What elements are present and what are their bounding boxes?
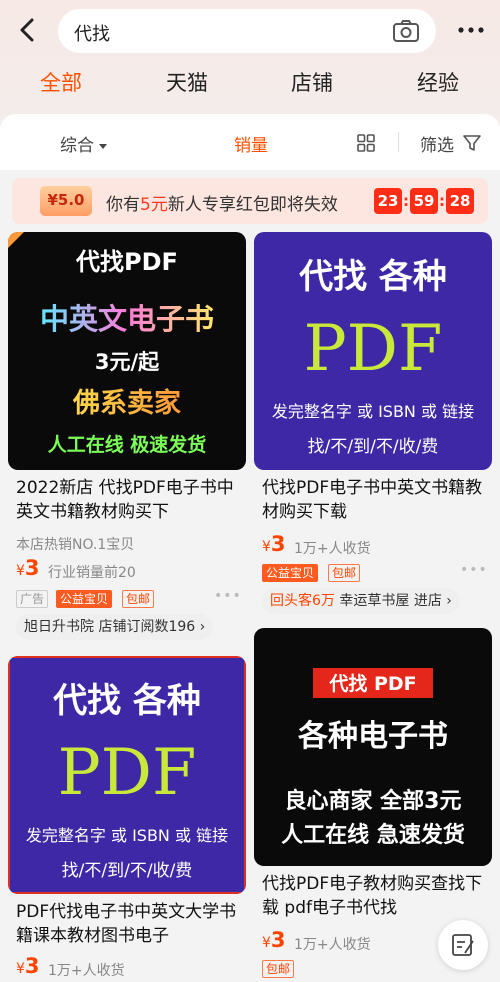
product-image[interactable]: 代找PDF 中英文电子书 3元/起 佛系卖家 人工在线 极速发货	[8, 232, 246, 470]
svg-text:代找 各种: 代找 各种	[52, 681, 201, 721]
svg-text:发完整名字 或 ISBN 或 链接: 发完整名字 或 ISBN 或 链接	[26, 826, 228, 845]
sort-dropdown[interactable]: 综合	[60, 131, 107, 156]
svg-text:中英文电子书: 中英文电子书	[40, 302, 214, 336]
sales-rank: 行业销量前20	[48, 565, 136, 581]
svg-text:代找 各种: 代找 各种	[298, 257, 447, 297]
timer-seconds: 28	[446, 188, 474, 214]
product-title[interactable]: 代找PDF电子书中英文书籍教材购买下载	[262, 476, 488, 524]
timer-hours: 23	[374, 188, 402, 214]
search-query: 代找	[74, 24, 110, 45]
camera-icon[interactable]	[392, 19, 420, 43]
tab-all[interactable]: 全部	[40, 67, 82, 97]
svg-text:发完整名字 或 ISBN 或 链接: 发完整名字 或 ISBN 或 链接	[272, 402, 474, 421]
price: ¥3	[262, 532, 286, 556]
charity-tag: 公益宝贝	[262, 564, 319, 582]
svg-text:代找 PDF: 代找 PDF	[328, 673, 416, 695]
shop-link[interactable]: 旭日升书院 店铺订阅数196 ›	[16, 614, 214, 640]
svg-text:3元/起: 3元/起	[95, 350, 160, 374]
sales-count: 1万+人收货	[294, 937, 371, 953]
grid-view-icon[interactable]	[356, 133, 376, 153]
product-title[interactable]: PDF代找电子书中英文大学书籍课本教材图书电子	[16, 900, 242, 948]
divider	[398, 132, 399, 152]
svg-text:PDF: PDF	[58, 736, 197, 810]
product-card[interactable]: 代找PDF 中英文电子书 3元/起 佛系卖家 人工在线 极速发货 2022新店 …	[8, 232, 246, 640]
svg-text:良心商家 全部3元: 良心商家 全部3元	[285, 788, 462, 814]
top-bar: 代找	[0, 0, 500, 62]
countdown-timer: 23:59:28	[374, 188, 474, 214]
coupon-badge: ¥5.0	[40, 186, 92, 216]
filter-bar: 综合 销量 筛选	[0, 114, 500, 170]
product-title[interactable]: 代找PDF电子教材购买查找下载 pdf电子书代找	[262, 872, 488, 920]
funnel-icon[interactable]	[462, 133, 482, 153]
sales-count: 1万+人收货	[48, 963, 125, 979]
product-card[interactable]: 代找 各种 PDF 发完整名字 或 ISBN 或 链接 找/不/到/不/收/费 …	[254, 232, 492, 614]
tab-shops[interactable]: 店铺	[291, 67, 333, 97]
svg-text:代找PDF: 代找PDF	[75, 248, 178, 276]
promo-amount: 5元	[140, 195, 168, 215]
product-card[interactable]: 代找 各种 PDF 发完整名字 或 ISBN 或 链接 找/不/到/不/收/费 …	[8, 656, 246, 982]
product-image[interactable]: 代找 各种 PDF 发完整名字 或 ISBN 或 链接 找/不/到/不/收/费	[8, 656, 246, 894]
filter-button[interactable]: 筛选	[420, 131, 454, 156]
free-shipping-tag: 包邮	[262, 960, 295, 978]
price: ¥3	[262, 928, 286, 952]
product-image[interactable]: 代找 各种 PDF 发完整名字 或 ISBN 或 链接 找/不/到/不/收/费	[254, 232, 492, 470]
svg-text:找/不/到/不/收/费: 找/不/到/不/收/费	[308, 437, 439, 457]
timer-minutes: 59	[410, 188, 438, 214]
results-panel: 综合 销量 筛选 ¥5.0 你有5元新人专享红包即将失效 23:59:28 代找…	[0, 114, 500, 982]
svg-text:PDF: PDF	[304, 312, 443, 386]
back-arrow-icon[interactable]	[12, 14, 44, 46]
price: ¥3	[16, 556, 40, 580]
feedback-button[interactable]	[438, 920, 488, 970]
product-title[interactable]: 2022新店 代找PDF电子书中英文书籍教材购买下	[16, 476, 242, 524]
svg-text:各种电子书: 各种电子书	[297, 719, 448, 754]
coupon-amount: ¥5.0	[47, 191, 85, 209]
shop-link[interactable]: 回头客6万 幸运草书屋 进店 ›	[262, 588, 460, 614]
sort-label: 综合	[60, 136, 94, 156]
free-shipping-tag: 包邮	[328, 564, 361, 582]
product-subtitle: 本店热销NO.1宝贝	[16, 537, 135, 553]
edit-note-icon	[452, 934, 474, 956]
tab-tmall[interactable]: 天猫	[166, 67, 208, 97]
sales-sort-button[interactable]: 销量	[234, 131, 268, 156]
caret-down-icon	[99, 143, 107, 149]
category-tabs: 全部 天猫 店铺 经验	[0, 62, 500, 106]
search-input[interactable]: 代找	[58, 9, 436, 53]
tab-experience[interactable]: 经验	[417, 67, 459, 97]
price: ¥3	[16, 954, 40, 978]
product-image[interactable]: 代找 PDF 各种电子书 良心商家 全部3元 人工在线 急速发货	[254, 628, 492, 866]
sales-count: 1万+人收货	[294, 541, 371, 557]
promo-message: 你有5元新人专享红包即将失效	[106, 195, 338, 215]
charity-tag: 公益宝贝	[56, 590, 113, 608]
new-user-coupon-banner[interactable]: ¥5.0 你有5元新人专享红包即将失效 23:59:28	[12, 178, 488, 224]
ad-tag: 广告	[16, 590, 49, 608]
more-options-icon[interactable]	[456, 20, 486, 40]
more-dots-icon[interactable]: •••	[460, 562, 488, 578]
svg-text:找/不/到/不/收/费: 找/不/到/不/收/费	[62, 861, 193, 881]
free-shipping-tag: 包邮	[122, 590, 155, 608]
svg-text:人工在线 急速发货: 人工在线 急速发货	[281, 822, 465, 848]
more-dots-icon[interactable]: •••	[214, 588, 242, 604]
svg-text:人工在线 极速发货: 人工在线 极速发货	[48, 433, 207, 456]
svg-text:佛系卖家: 佛系卖家	[72, 387, 181, 419]
